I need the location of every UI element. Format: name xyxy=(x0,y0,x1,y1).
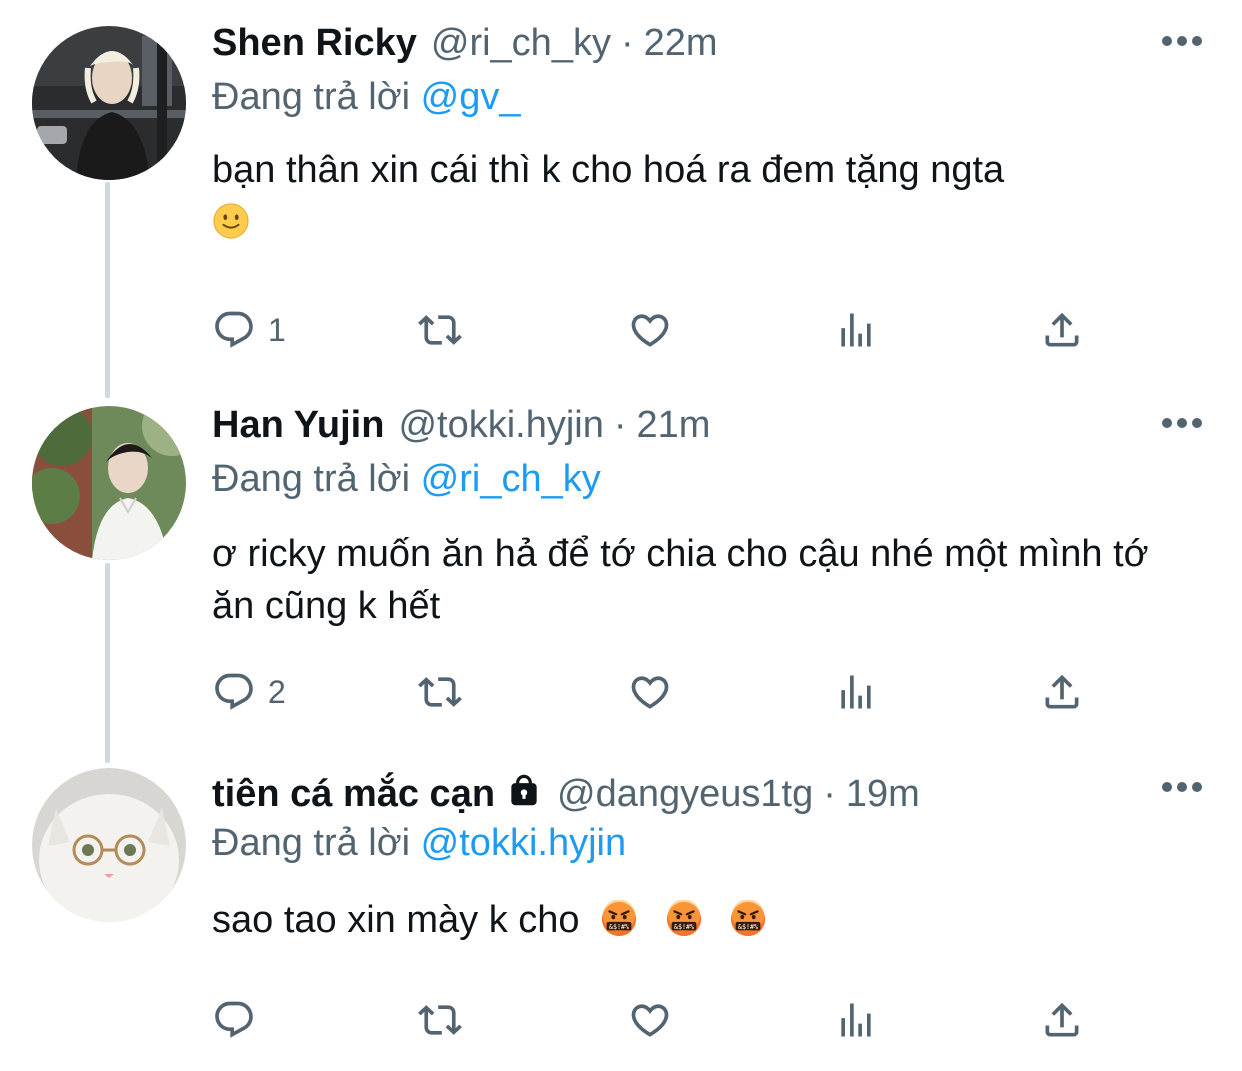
views-button[interactable] xyxy=(834,996,878,1044)
cursing-face-icon xyxy=(729,900,767,938)
like-icon xyxy=(628,670,672,714)
separator-dot: · xyxy=(823,773,836,815)
views-icon xyxy=(834,308,878,352)
tweet-actions xyxy=(212,996,1092,1044)
replying-prefix: Đang trả lời xyxy=(212,822,411,864)
tweet-text: sao tao xin mày k cho xyxy=(212,894,1202,946)
avatar[interactable] xyxy=(32,768,186,922)
tweet-header: tiên cá mắc cạn @dangyeus1tg · 19m xyxy=(212,768,1202,820)
replying-prefix: Đang trả lời xyxy=(212,458,411,500)
tweet-text: bạn thân xin cái thì k cho hoá ra đem tặ… xyxy=(212,144,1202,248)
tweet[interactable]: tiên cá mắc cạn @dangyeus1tg · 19m Đang … xyxy=(0,768,1242,1068)
views-icon xyxy=(834,670,878,714)
share-button[interactable] xyxy=(1040,306,1084,354)
tweet-text: ơ ricky muốn ăn hả để tớ chia cho cậu nh… xyxy=(212,528,1152,632)
user-handle[interactable]: @ri_ch_ky xyxy=(431,22,611,65)
tweet-text-content: sao tao xin mày k cho xyxy=(212,899,580,941)
replying-to: Đang trả lời @ri_ch_ky xyxy=(212,458,1202,508)
retweet-button[interactable] xyxy=(418,306,462,354)
reply-button[interactable] xyxy=(212,996,268,1044)
reply-count: 1 xyxy=(268,311,286,348)
like-button[interactable] xyxy=(628,668,672,716)
tweet-header: Shen Ricky @ri_ch_ky · 22m xyxy=(212,22,1202,74)
tweet-text-content: bạn thân xin cái thì k cho hoá ra đem tặ… xyxy=(212,149,1005,191)
display-name[interactable]: Shen Ricky xyxy=(212,22,417,65)
more-icon[interactable] xyxy=(1162,36,1202,48)
reply-icon xyxy=(212,670,256,714)
share-button[interactable] xyxy=(1040,668,1084,716)
timestamp[interactable]: 21m xyxy=(637,404,711,447)
reply-count: 2 xyxy=(268,673,286,710)
replying-prefix: Đang trả lời xyxy=(212,76,411,118)
more-icon[interactable] xyxy=(1162,782,1202,794)
views-icon xyxy=(834,998,878,1042)
cursing-face-icon xyxy=(665,900,703,938)
timestamp[interactable]: 19m xyxy=(846,773,920,816)
mention-link[interactable]: @gv_ xyxy=(421,76,521,118)
user-handle[interactable]: @dangyeus1tg xyxy=(557,773,813,816)
mention-link[interactable]: @tokki.hyjin xyxy=(421,822,626,864)
tweet[interactable]: Han Yujin @tokki.hyjin · 21m Đang trả lờ… xyxy=(0,404,1242,744)
replying-to: Đang trả lời @tokki.hyjin xyxy=(212,822,1202,872)
like-button[interactable] xyxy=(628,996,672,1044)
retweet-icon xyxy=(418,998,462,1042)
like-icon xyxy=(628,998,672,1042)
retweet-button[interactable] xyxy=(418,668,462,716)
like-icon xyxy=(628,308,672,352)
cursing-face-icon xyxy=(600,900,638,938)
display-name[interactable]: tiên cá mắc cạn xyxy=(212,773,495,816)
tweet[interactable]: Shen Ricky @ri_ch_ky · 22m Đang trả lời … xyxy=(0,22,1242,392)
tweet-actions: 2 xyxy=(212,668,1092,716)
retweet-button[interactable] xyxy=(418,996,462,1044)
share-icon xyxy=(1040,670,1084,714)
tweet-actions: 1 xyxy=(212,306,1092,354)
reply-icon xyxy=(212,308,256,352)
display-name[interactable]: Han Yujin xyxy=(212,404,384,447)
separator-dot: · xyxy=(620,22,634,64)
like-button[interactable] xyxy=(628,306,672,354)
mention-link[interactable]: @ri_ch_ky xyxy=(421,458,601,500)
avatar[interactable] xyxy=(32,406,186,560)
views-button[interactable] xyxy=(834,306,878,354)
avatar[interactable] xyxy=(32,26,186,180)
reply-icon xyxy=(212,998,256,1042)
smiling-face-icon xyxy=(212,202,250,240)
timestamp[interactable]: 22m xyxy=(644,22,718,65)
share-icon xyxy=(1040,308,1084,352)
tweet-text-content: ơ ricky muốn ăn hả để tớ chia cho cậu nh… xyxy=(212,533,1149,627)
share-icon xyxy=(1040,998,1084,1042)
retweet-icon xyxy=(418,670,462,714)
share-button[interactable] xyxy=(1040,996,1084,1044)
replying-to: Đang trả lời @gv_ xyxy=(212,76,1202,126)
lock-icon xyxy=(511,774,537,806)
reply-button[interactable]: 1 xyxy=(212,306,286,354)
separator-dot: · xyxy=(613,404,627,446)
user-handle[interactable]: @tokki.hyjin xyxy=(398,404,603,447)
tweet-header: Han Yujin @tokki.hyjin · 21m xyxy=(212,404,1202,456)
more-icon[interactable] xyxy=(1162,418,1202,430)
retweet-icon xyxy=(418,308,462,352)
views-button[interactable] xyxy=(834,668,878,716)
reply-button[interactable]: 2 xyxy=(212,668,286,716)
